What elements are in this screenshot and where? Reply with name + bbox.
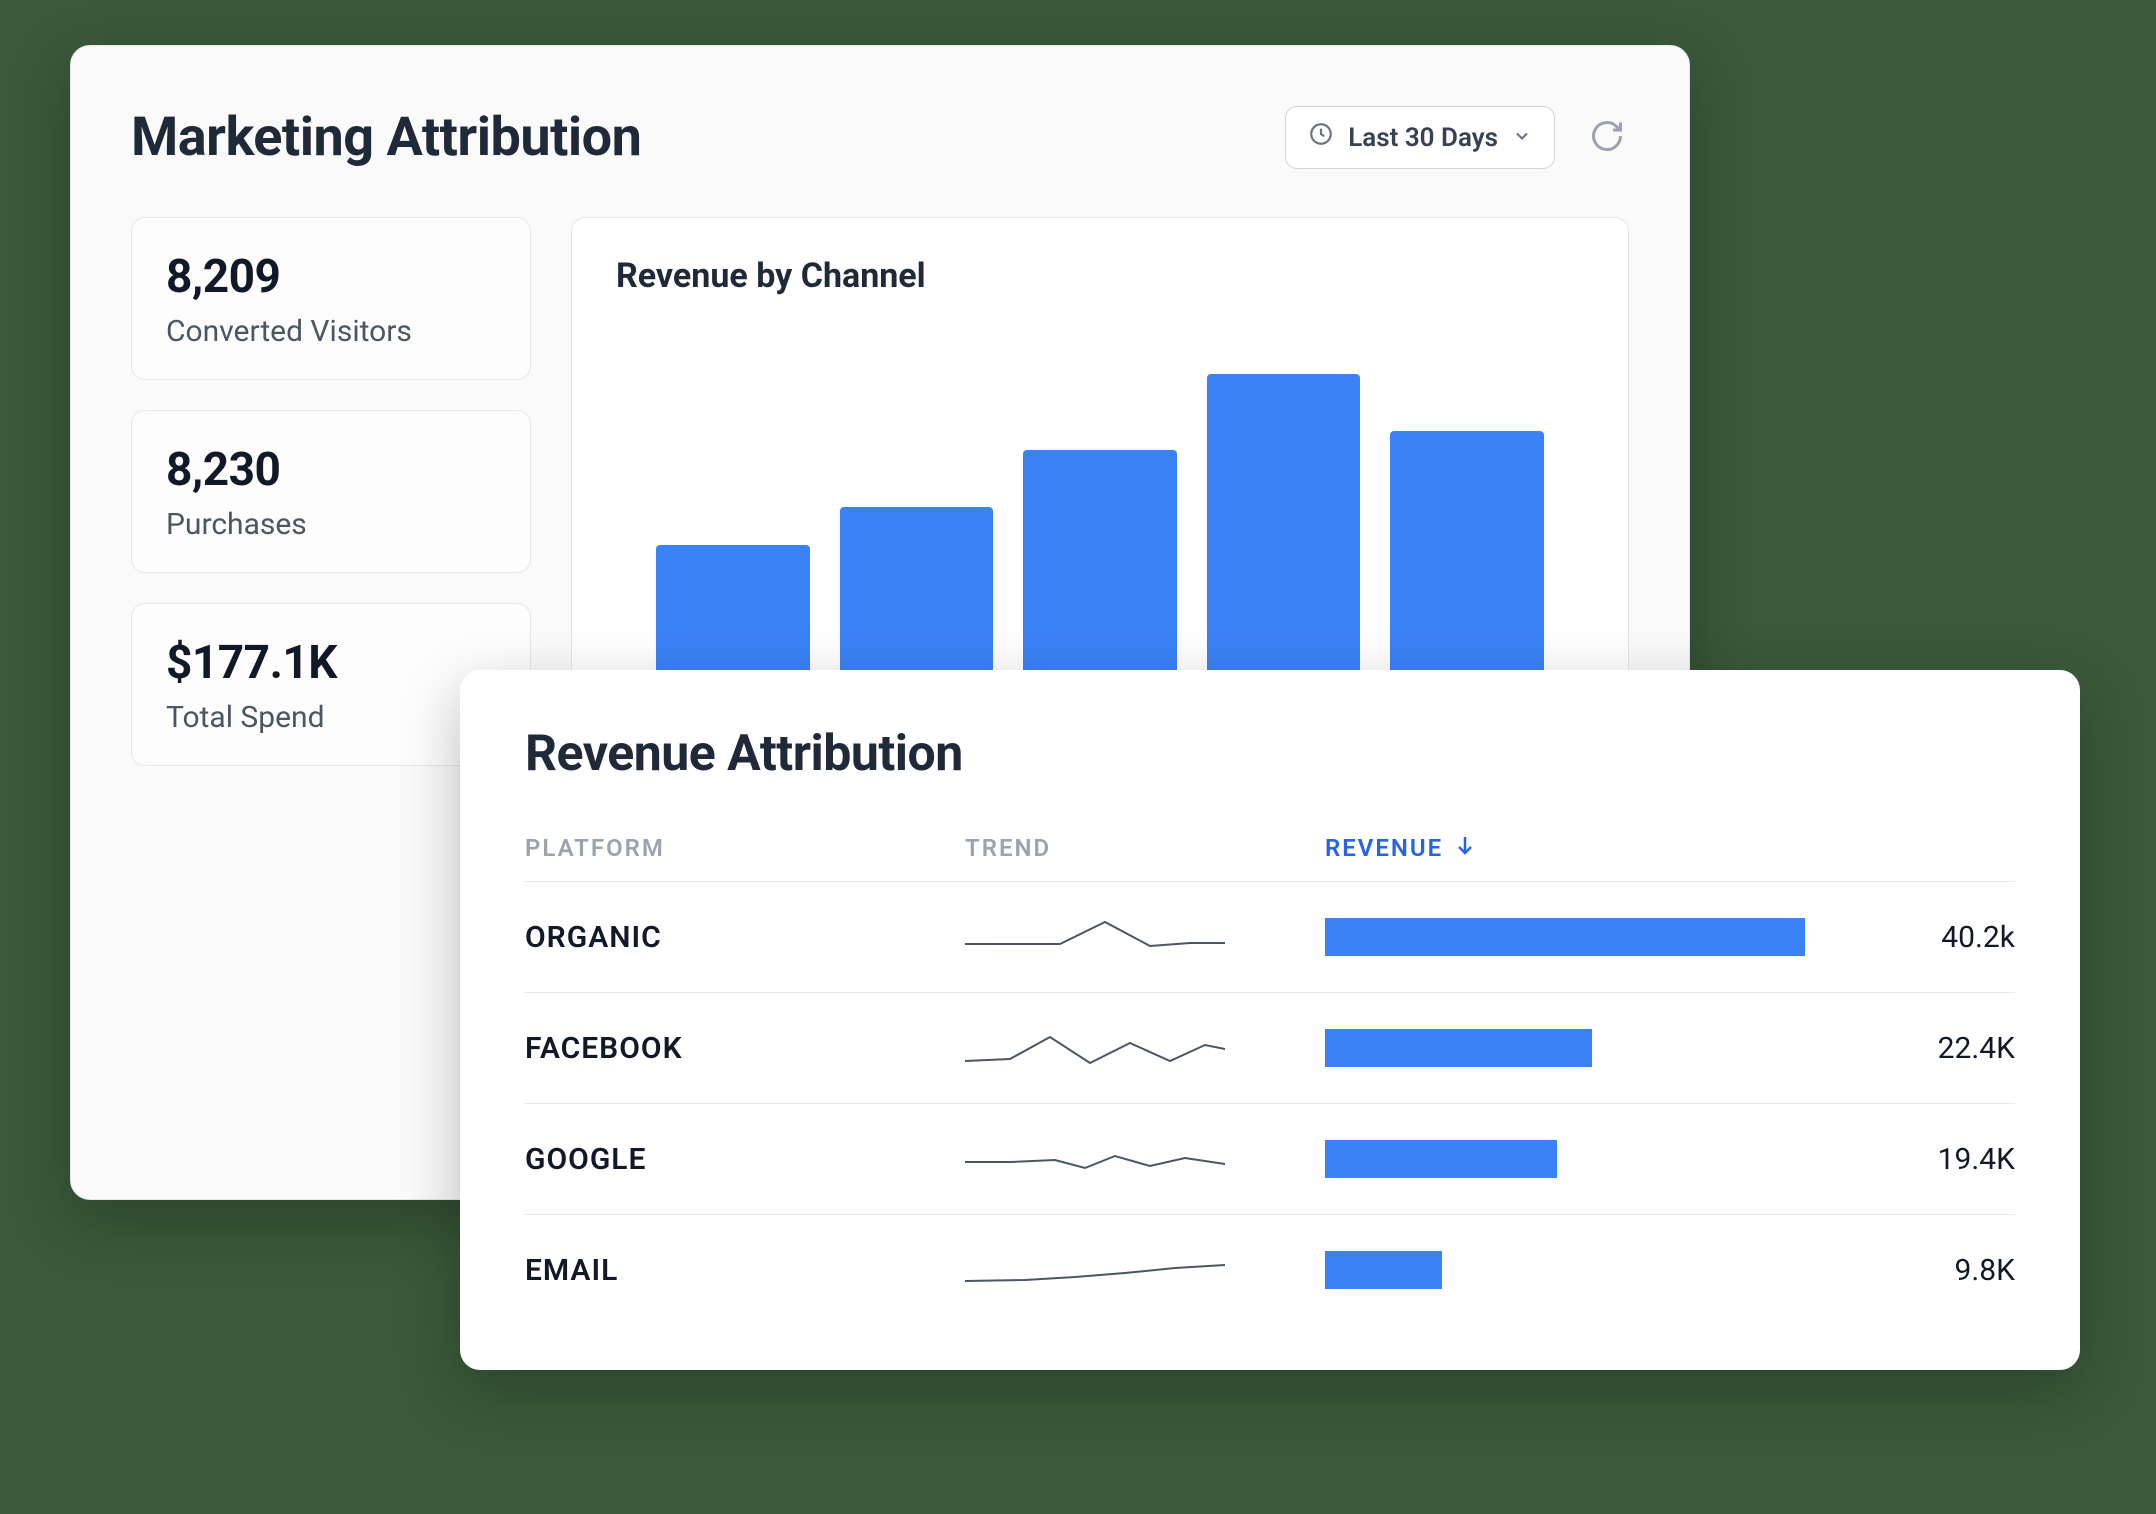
clock-icon	[1308, 121, 1334, 154]
stat-converted-visitors: 8,209 Converted Visitors	[131, 217, 531, 380]
revenue-bar	[1325, 1140, 1557, 1178]
date-range-label: Last 30 Days	[1348, 123, 1498, 153]
table-row: FACEBOOK 22.4K	[525, 993, 2015, 1104]
chevron-down-icon	[1512, 123, 1532, 153]
page-title: Marketing Attribution	[131, 106, 641, 169]
attribution-table: PLATFORM TREND REVENUE ORGANIC 40.2k FACEB…	[525, 833, 2015, 1325]
trend-sparkline	[965, 1243, 1325, 1297]
revenue-cell: 40.2k	[1325, 918, 2015, 956]
revenue-cell: 9.8K	[1325, 1251, 2015, 1289]
platform-name: ORGANIC	[525, 920, 965, 955]
revenue-cell: 19.4K	[1325, 1140, 2015, 1178]
refresh-button[interactable]	[1585, 116, 1629, 160]
stat-label: Purchases	[166, 507, 496, 542]
platform-name: FACEBOOK	[525, 1031, 965, 1066]
table-row: ORGANIC 40.2k	[525, 882, 2015, 993]
stat-value: 8,230	[166, 443, 496, 497]
column-header-trend[interactable]: TREND	[965, 834, 1325, 862]
chart-title: Revenue by Channel	[616, 256, 1584, 296]
revenue-value: 9.8K	[1875, 1253, 2015, 1288]
trend-sparkline	[965, 1132, 1325, 1186]
stat-value: 8,209	[166, 250, 496, 304]
stat-label: Total Spend	[166, 700, 496, 735]
stat-value: $177.1K	[166, 636, 496, 690]
card-header: Marketing Attribution Last 30 Days	[131, 106, 1629, 169]
revenue-attribution-card: Revenue Attribution PLATFORM TREND REVEN…	[460, 670, 2080, 1370]
revenue-value: 40.2k	[1875, 920, 2015, 955]
bar-chart-area	[616, 336, 1584, 716]
stat-purchases: 8,230 Purchases	[131, 410, 531, 573]
date-range-picker[interactable]: Last 30 Days	[1285, 106, 1555, 169]
column-header-revenue-label: REVENUE	[1325, 834, 1443, 862]
column-header-revenue[interactable]: REVENUE	[1325, 833, 1477, 863]
table-row: EMAIL 9.8K	[525, 1215, 2015, 1325]
revenue-bar	[1325, 918, 1805, 956]
column-header-platform[interactable]: PLATFORM	[525, 834, 965, 862]
chart-bar	[1207, 374, 1361, 716]
trend-sparkline	[965, 910, 1325, 964]
header-controls: Last 30 Days	[1285, 106, 1629, 169]
revenue-cell: 22.4K	[1325, 1029, 2015, 1067]
revenue-bar	[1325, 1029, 1592, 1067]
trend-sparkline	[965, 1021, 1325, 1075]
card-title: Revenue Attribution	[525, 725, 2015, 783]
revenue-value: 19.4K	[1875, 1142, 2015, 1177]
stat-label: Converted Visitors	[166, 314, 496, 349]
revenue-bar	[1325, 1251, 1442, 1289]
revenue-value: 22.4K	[1875, 1031, 2015, 1066]
platform-name: EMAIL	[525, 1253, 965, 1288]
platform-name: GOOGLE	[525, 1142, 965, 1177]
table-header: PLATFORM TREND REVENUE	[525, 833, 2015, 882]
arrow-down-icon	[1453, 833, 1477, 863]
table-row: GOOGLE 19.4K	[525, 1104, 2015, 1215]
refresh-icon	[1589, 118, 1625, 158]
